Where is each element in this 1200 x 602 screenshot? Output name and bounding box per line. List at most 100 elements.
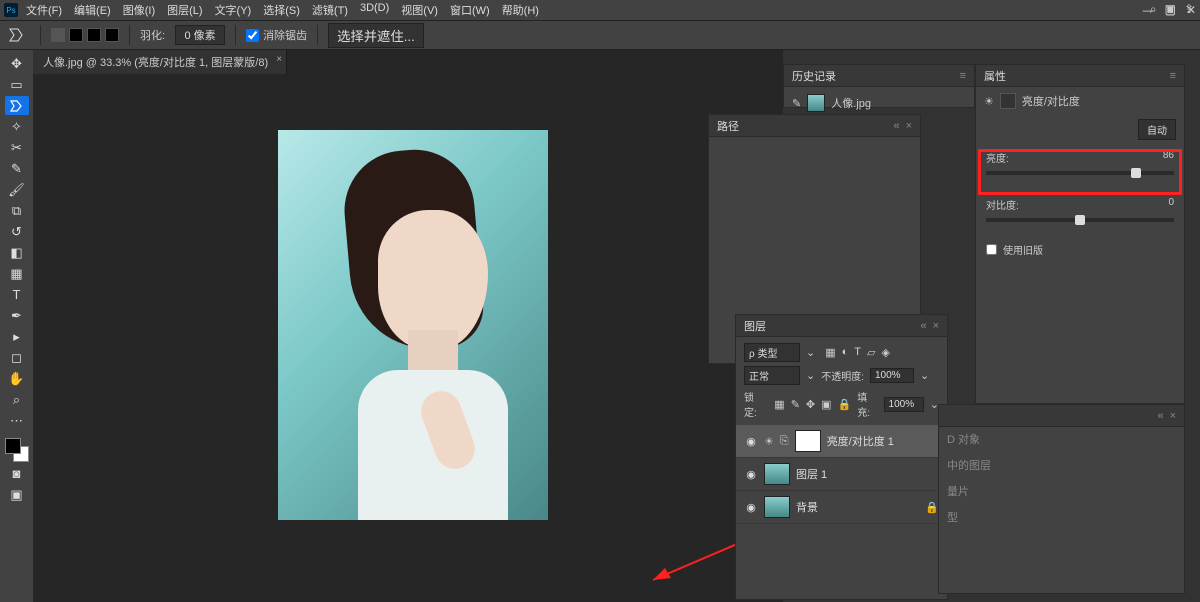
lock-artboard-icon[interactable]: ▣ <box>821 398 831 411</box>
foreground-background-color[interactable] <box>5 438 29 462</box>
lasso-tool-icon[interactable] <box>5 96 29 115</box>
feather-input[interactable]: 0 像素 <box>175 25 225 45</box>
zoom-tool-icon[interactable]: ⌕ <box>5 390 29 409</box>
eraser-tool-icon[interactable]: ◧ <box>5 243 29 262</box>
3d-panel-header[interactable]: « × <box>939 405 1184 427</box>
panel-close-icon[interactable]: × <box>906 120 912 132</box>
panel-collapse-icon[interactable]: « <box>920 320 926 332</box>
contrast-value[interactable]: 0 <box>1168 197 1174 212</box>
antialias-checkbox[interactable]: 消除锯齿 <box>246 27 307 43</box>
contrast-slider[interactable] <box>986 218 1174 222</box>
path-select-tool-icon[interactable]: ▸ <box>5 327 29 346</box>
properties-panel-header[interactable]: 属性 ≡ <box>976 65 1184 87</box>
panel-collapse-icon[interactable]: « <box>893 120 899 132</box>
antialias-input[interactable] <box>246 29 259 42</box>
menu-edit[interactable]: 编辑(E) <box>74 2 111 18</box>
menu-layer[interactable]: 图层(L) <box>167 2 202 18</box>
layer-name[interactable]: 图层 1 <box>796 466 827 482</box>
lock-paint-icon[interactable]: ✎ <box>791 398 800 411</box>
slider-thumb[interactable] <box>1075 215 1085 225</box>
lock-position-icon[interactable]: ✥ <box>806 398 815 411</box>
layer-name[interactable]: 背景 <box>796 499 818 515</box>
share-icon[interactable]: ⇪ <box>1184 2 1194 17</box>
filter-smart-icon[interactable]: ◈ <box>881 346 889 359</box>
marquee-tool-icon[interactable]: ▭ <box>5 75 29 94</box>
filter-type-icon[interactable]: T <box>854 346 861 359</box>
panel-collapse-icon[interactable]: « <box>1157 410 1163 422</box>
opacity-input[interactable]: 100% <box>870 368 914 383</box>
type-tool-icon[interactable]: T <box>5 285 29 304</box>
screenmode-icon[interactable]: ▣ <box>5 485 29 504</box>
lock-all-icon[interactable]: 🔒 <box>838 398 852 411</box>
legacy-input[interactable] <box>986 244 997 255</box>
menu-help[interactable]: 帮助(H) <box>502 2 539 18</box>
history-brush-tool-icon[interactable]: ↺ <box>5 222 29 241</box>
brightness-value[interactable]: 86 <box>1163 150 1174 165</box>
eyedropper-tool-icon[interactable]: ✎ <box>5 159 29 178</box>
current-tool-icon[interactable] <box>6 25 30 45</box>
menu-image[interactable]: 图像(I) <box>123 2 155 18</box>
layer-item[interactable]: ◉ 图层 1 <box>736 458 947 491</box>
blend-mode-select[interactable]: 正常 <box>744 366 800 385</box>
layer-item[interactable]: ◉ 背景 🔒 <box>736 491 947 524</box>
layers-panel-header[interactable]: 图层 « × <box>736 315 947 337</box>
menu-file[interactable]: 文件(F) <box>26 2 62 18</box>
filter-adjust-icon[interactable]: ◐ <box>842 346 849 359</box>
selection-intersect-icon[interactable] <box>105 28 119 42</box>
move-tool-icon[interactable]: ✥ <box>5 54 29 73</box>
filter-pixel-icon[interactable]: ▦ <box>825 346 835 359</box>
canvas[interactable] <box>278 130 548 520</box>
auto-button[interactable]: 自动 <box>1138 119 1176 140</box>
slider-thumb[interactable] <box>1131 168 1141 178</box>
pen-tool-icon[interactable]: ✒ <box>5 306 29 325</box>
chevron-down-icon[interactable]: ⌄ <box>806 369 815 382</box>
history-item[interactable]: ✎ 人像.jpg <box>792 91 966 115</box>
lock-transparent-icon[interactable]: ▦ <box>774 398 784 411</box>
document-close-icon[interactable]: × <box>276 54 282 65</box>
menu-select[interactable]: 选择(S) <box>263 2 300 18</box>
layer-name[interactable]: 亮度/对比度 1 <box>827 433 894 449</box>
selection-new-icon[interactable] <box>51 28 65 42</box>
menu-view[interactable]: 视图(V) <box>401 2 438 18</box>
workspace-icon[interactable]: ▣ <box>1165 2 1176 17</box>
magic-wand-tool-icon[interactable]: ✧ <box>5 117 29 136</box>
menu-filter[interactable]: 滤镜(T) <box>312 2 348 18</box>
foreground-color-swatch[interactable] <box>5 438 21 454</box>
search-icon[interactable]: ⌕ <box>1150 2 1157 17</box>
panel-menu-icon[interactable]: ≡ <box>1170 70 1176 82</box>
layer-filter-select[interactable]: ρ 类型 <box>744 343 800 362</box>
shape-tool-icon[interactable]: ◻ <box>5 348 29 367</box>
crop-tool-icon[interactable]: ✂ <box>5 138 29 157</box>
menu-window[interactable]: 窗口(W) <box>450 2 490 18</box>
filter-shape-icon[interactable]: ▱ <box>867 346 875 359</box>
document-tab[interactable]: 人像.jpg @ 33.3% (亮度/对比度 1, 图层蒙版/8) × <box>33 50 287 74</box>
select-and-mask-button[interactable]: 选择并遮住... <box>328 23 424 48</box>
visibility-icon[interactable]: ◉ <box>744 435 758 448</box>
panel-menu-icon[interactable]: ≡ <box>960 70 966 82</box>
visibility-icon[interactable]: ◉ <box>744 468 758 481</box>
menu-3d[interactable]: 3D(D) <box>360 2 389 18</box>
history-panel-header[interactable]: 历史记录 ≡ <box>784 65 974 87</box>
layer-thumb[interactable] <box>764 496 790 518</box>
legacy-checkbox[interactable]: 使用旧版 <box>976 238 1184 261</box>
brush-tool-icon[interactable]: 🖌 <box>5 180 29 199</box>
clone-stamp-tool-icon[interactable]: ⧉ <box>5 201 29 220</box>
panel-close-icon[interactable]: × <box>1170 410 1176 422</box>
layer-thumb[interactable] <box>764 463 790 485</box>
chevron-down-icon[interactable]: ⌄ <box>806 346 815 359</box>
more-tools-icon[interactable]: ⋯ <box>5 411 29 430</box>
visibility-icon[interactable]: ◉ <box>744 501 758 514</box>
chevron-down-icon[interactable]: ⌄ <box>920 369 929 382</box>
gradient-tool-icon[interactable]: ▦ <box>5 264 29 283</box>
menu-type[interactable]: 文字(Y) <box>215 2 252 18</box>
layer-item[interactable]: ◉ ☀ ⎘ 亮度/对比度 1 <box>736 425 947 458</box>
panel-close-icon[interactable]: × <box>933 320 939 332</box>
paths-panel-header[interactable]: 路径 « × <box>709 115 920 137</box>
brightness-slider[interactable] <box>986 171 1174 175</box>
layer-mask-thumb[interactable] <box>795 430 821 452</box>
fill-input[interactable]: 100% <box>884 397 924 412</box>
selection-subtract-icon[interactable] <box>87 28 101 42</box>
quickmask-icon[interactable]: ◙ <box>5 464 29 483</box>
hand-tool-icon[interactable]: ✋ <box>5 369 29 388</box>
selection-add-icon[interactable] <box>69 28 83 42</box>
